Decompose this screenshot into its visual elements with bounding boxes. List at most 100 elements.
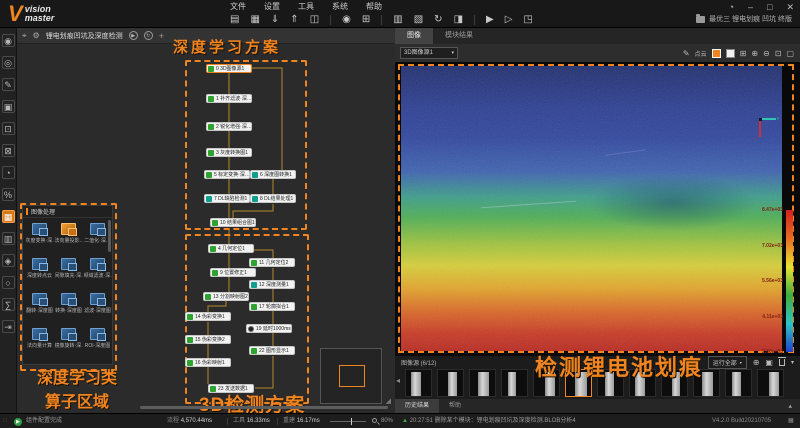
tab-图像[interactable]: 图像 [395, 28, 433, 44]
flow-node[interactable]: 2 锐化增强·深… [206, 122, 252, 131]
palette-operator[interactable]: 转换·深度图 [54, 290, 83, 325]
flow-node[interactable]: 11 几何定位2 [249, 258, 295, 267]
zoom-slider[interactable] [330, 418, 366, 425]
window-layout-icon[interactable]: ◫ [310, 13, 319, 27]
flow-node[interactable]: 22 图形显示1 [249, 346, 295, 355]
recent-icon[interactable]: ◔ [729, 1, 734, 13]
camera-icon[interactable]: ◉ [342, 13, 351, 27]
run-all-button[interactable]: 运行全部 ▾ [707, 356, 747, 369]
io-icon[interactable]: ◨ [454, 13, 463, 27]
export-icon[interactable]: ⇑ [290, 13, 298, 27]
image-source-select[interactable]: 3D图像源1 ▾ [400, 47, 458, 59]
image-viewport[interactable]: xy 8.47e+03 7.02e+03 5.56e+03 4.11e+03 2.66e… [395, 62, 800, 356]
one-to-one-icon[interactable]: ⊡ [775, 49, 782, 58]
calibration-icon[interactable]: ⊞ [362, 13, 370, 27]
focus-icon[interactable]: ⊡ [1, 122, 15, 135]
minimap[interactable]: ◢ [320, 348, 391, 405]
flow-node[interactable]: 5 标定变换·深… [204, 170, 250, 179]
filmstrip-thumbnail[interactable] [725, 369, 752, 397]
maximize-icon[interactable]: □ [767, 1, 772, 13]
flow-node[interactable]: 9 位置修正1 [210, 268, 256, 277]
calculator-icon[interactable]: ∑ [1, 298, 15, 311]
tools-3d-icon[interactable]: ◈ [1, 254, 15, 267]
zoom-out-icon[interactable]: ⊖ [763, 49, 770, 58]
chart-icon[interactable]: ▥ [1, 232, 15, 245]
filmstrip-scroll-left-icon[interactable]: ◂ [396, 376, 400, 385]
palette-operator[interactable]: 间隙填充·深… [54, 255, 83, 290]
add-image-icon[interactable]: ⊕ [753, 358, 760, 368]
flow-node[interactable]: 17 轮廓拟合1 [249, 302, 295, 311]
flow-node[interactable]: 8 DL结果处理1 [250, 194, 296, 203]
fit-view-icon[interactable]: ⊞ [740, 49, 747, 58]
collapse-filmstrip-icon[interactable]: ▾ [791, 358, 794, 368]
measure-icon[interactable]: % [1, 188, 15, 201]
import-icon[interactable]: ⇓ [271, 13, 279, 27]
palette-operator[interactable]: 滤波·深度图 [83, 290, 112, 325]
global-script-icon[interactable]: ◳ [523, 13, 532, 27]
flow-node[interactable]: 19 延时1000ms [246, 324, 292, 333]
flow-node[interactable]: 10 结果组合图1 [210, 218, 256, 227]
flow-node[interactable]: 14 伪彩变换1 [185, 312, 231, 321]
output-icon[interactable]: ⇥ [1, 320, 15, 333]
flow-node[interactable]: 7 DL缺陷检测1 [204, 194, 250, 203]
color-analysis-icon[interactable]: ◔ [1, 166, 15, 179]
history-tab-历史结果[interactable]: 历史结果 [395, 399, 440, 413]
draw-tool-icon[interactable]: ✎ [683, 49, 690, 58]
flow-node[interactable]: 12 深度测量1 [249, 280, 295, 289]
resize-handle-icon[interactable]: ◢ [386, 397, 391, 405]
grip-icon[interactable]: ∷ [3, 414, 8, 428]
save-icon[interactable]: ▤ [230, 13, 239, 27]
palette-operator[interactable]: 法向量投影… [54, 220, 83, 255]
filmstrip-thumbnail[interactable] [437, 369, 464, 397]
transform-icon[interactable]: ⊠ [1, 144, 15, 157]
status-log[interactable]: ▲ 20:27:51 删除某个模块：锂电划痕凹坑及深度检测.BLOB分析4 [402, 414, 576, 428]
flow-node[interactable]: 15 伪彩变换2 [185, 335, 231, 344]
palette-operator[interactable]: 镜像旋转·深… [54, 325, 83, 360]
monitor-icon[interactable]: ▦ [788, 414, 794, 428]
expand-history-icon[interactable]: ▴ [788, 402, 792, 410]
filmstrip-thumbnail[interactable] [757, 369, 784, 397]
flow-node[interactable]: 13 分割映射图2 [203, 292, 249, 301]
image-edit-icon[interactable]: ✎ [1, 78, 15, 91]
flow-node[interactable]: 4 几何定位1 [208, 244, 254, 253]
palette-operator[interactable]: 灰度变换·深… [25, 220, 54, 255]
layers-icon[interactable]: ▣ [1, 100, 15, 113]
flow-node[interactable]: 16 伪彩映射1 [185, 358, 231, 367]
filmstrip-thumbnail[interactable] [405, 369, 432, 397]
history-tab-帮助[interactable]: 帮助 [439, 399, 471, 413]
open-icon[interactable]: ▦ [250, 13, 259, 27]
palette-operator[interactable]: ROI·深度图 [83, 325, 112, 360]
filmstrip-thumbnail[interactable] [469, 369, 496, 397]
run-once-icon[interactable]: ▶ [486, 13, 494, 27]
palette-operator[interactable]: 频域滤波·深… [83, 255, 112, 290]
flow-node[interactable]: 0 3D图像源1 [206, 64, 252, 73]
flow-node[interactable]: 3 灰度转换图1 [206, 148, 252, 157]
color-swatch-white[interactable] [725, 48, 735, 58]
tab-模块结果[interactable]: 模块结果 [433, 28, 485, 44]
menu-item-帮助[interactable]: 帮助 [366, 1, 382, 13]
palette-scrollbar[interactable] [108, 220, 111, 252]
palette-operator[interactable]: 深度转点云 [25, 255, 54, 290]
dictionary-icon[interactable]: ▧ [414, 13, 423, 27]
palette-operator[interactable]: 翻转·深度图 [25, 290, 54, 325]
menu-item-系统[interactable]: 系统 [332, 1, 348, 13]
menu-item-设置[interactable]: 设置 [264, 1, 280, 13]
add-folder-icon[interactable]: ▣ [765, 358, 773, 368]
project-name[interactable]: 最优三 锂电划痕 凹坑 终版 [696, 13, 792, 24]
timing-icon[interactable]: ○ [1, 276, 15, 289]
palette-operator[interactable]: 法向量计算 [25, 325, 54, 360]
deep-learning-icon[interactable]: ▦ [1, 210, 15, 223]
refresh-icon[interactable]: ↻ [434, 13, 442, 27]
canvas-horizontal-scrollbar[interactable] [140, 406, 388, 409]
locate-icon[interactable]: ◎ [1, 56, 15, 69]
color-swatch-orange[interactable] [711, 48, 721, 58]
fullscreen-icon[interactable]: ▢ [786, 49, 794, 58]
point-cloud-toggle[interactable]: 点云 [695, 49, 707, 58]
flow-node[interactable]: 6 深度图转换1 [250, 170, 296, 179]
menu-item-工具[interactable]: 工具 [298, 1, 314, 13]
filmstrip-thumbnail[interactable] [501, 369, 528, 397]
menu-item-文件[interactable]: 文件 [230, 1, 246, 13]
minimap-viewport[interactable] [339, 365, 365, 387]
minimize-icon[interactable]: – [748, 1, 753, 13]
delete-image-icon[interactable] [777, 357, 786, 366]
